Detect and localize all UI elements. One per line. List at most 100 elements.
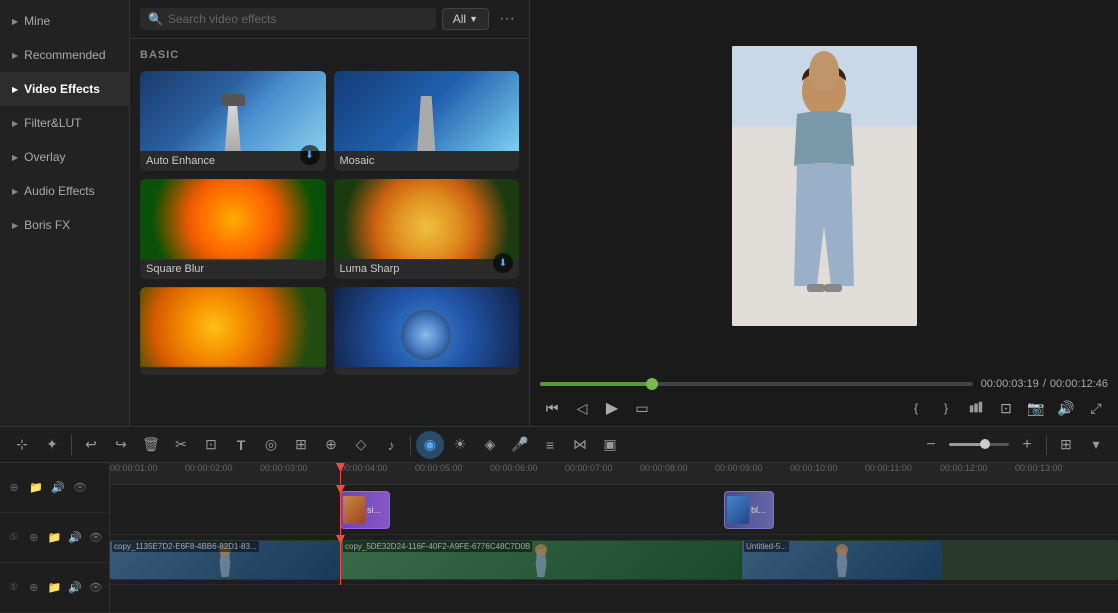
sidebar-item-filter-lut[interactable]: ▶ Filter&LUT [0, 106, 129, 140]
tool-mic[interactable]: 🎤 [506, 431, 534, 459]
tl-folder3-icon[interactable]: 📁 [47, 581, 62, 594]
tool-redo[interactable]: ↪ [107, 431, 135, 459]
tool-draw[interactable]: ◎ [257, 431, 285, 459]
tl-add-icon[interactable]: ⊕ [6, 481, 22, 494]
tool-undo[interactable]: ↩ [77, 431, 105, 459]
effects-content: BASIC ⬇ Auto Enhance Mosaic [130, 39, 529, 426]
effect-card-auto-enhance[interactable]: ⬇ Auto Enhance [140, 71, 326, 171]
clip-siji[interactable]: si... [340, 491, 390, 529]
filter-label: All [453, 12, 466, 26]
zoom-control: − + [917, 431, 1041, 459]
main-video-track: copy_1135E7D2-E6F8-4BB6-82D1-83... copy_… [110, 535, 1118, 585]
time-mark-label: 00:00:07:00 [565, 463, 613, 473]
sidebar-item-video-effects[interactable]: ▶ Video Effects [0, 72, 129, 106]
tl-add2-icon[interactable]: ⊕ [27, 531, 42, 544]
time-mark-8: 00:00:08:00 [640, 463, 688, 473]
time-mark-10: 00:00:10:00 [790, 463, 838, 473]
tool-frame[interactable]: ▣ [596, 431, 624, 459]
tl-eye3-icon[interactable]: 👁 [88, 581, 103, 594]
main-video-clip[interactable]: copy_1135E7D2-E6F8-4BB6-82D1-83... copy_… [110, 540, 1118, 580]
time-mark-6: 00:00:06:00 [490, 463, 538, 473]
snapshot-button[interactable]: 📷 [1024, 396, 1048, 420]
clip-label: Untitled-5... [744, 541, 789, 552]
sidebar-item-boris-fx[interactable]: ▶ Boris FX [0, 208, 129, 242]
time-mark-label: 00:00:12:00 [940, 463, 988, 473]
tool-active[interactable]: ◉ [416, 431, 444, 459]
grid-view-button[interactable]: ⊞ [1052, 431, 1080, 459]
time-mark-label: 00:00:09:00 [715, 463, 763, 473]
clip-bl[interactable]: bl... [724, 491, 774, 529]
frame-back-button[interactable]: ◁ [570, 396, 594, 420]
tl-audio3-icon[interactable]: 🔊 [68, 581, 83, 594]
tool-text[interactable]: T [227, 431, 255, 459]
chevron-icon: ▶ [12, 119, 18, 128]
chevron-icon: ▶ [12, 17, 18, 26]
tl-num-icon: ⑤ [6, 532, 21, 543]
mark-out-button[interactable]: } [934, 396, 958, 420]
zoom-thumb[interactable] [980, 439, 990, 449]
sidebar: ▶ Mine ▶ Recommended ▶ Video Effects ▶ F… [0, 0, 130, 426]
tool-caption[interactable]: ≡ [536, 431, 564, 459]
tl-folder2-icon[interactable]: 📁 [47, 531, 62, 544]
search-input-wrap[interactable]: 🔍 [140, 8, 436, 30]
zoom-slider[interactable] [949, 443, 1009, 446]
tool-audio-wave[interactable]: ♪ [377, 431, 405, 459]
mark-in-button[interactable]: { [904, 396, 928, 420]
sidebar-item-overlay[interactable]: ▶ Overlay [0, 140, 129, 174]
effect-card-6[interactable] [334, 287, 520, 375]
sidebar-item-audio-effects[interactable]: ▶ Audio Effects [0, 174, 129, 208]
frame-forward-button[interactable]: ▭ [630, 396, 654, 420]
time-mark-2: 00:00:02:00 [185, 463, 233, 473]
tl-audio-icon[interactable]: 🔊 [50, 481, 66, 494]
tool-delete[interactable]: 🗑 [137, 431, 165, 459]
tl-eye2-icon[interactable]: 👁 [88, 531, 103, 544]
sidebar-item-mine[interactable]: ▶ Mine [0, 4, 129, 38]
time-ruler: 00:00:01:00 00:00:02:00 00:00:03:00 00:0… [110, 463, 1118, 485]
tool-transition[interactable]: ⋈ [566, 431, 594, 459]
expand-button[interactable]: ⤢ [1084, 396, 1108, 420]
tl-row-3: ⑤ ⊕ 📁 🔊 👁 [0, 563, 109, 613]
sidebar-item-label: Overlay [24, 150, 65, 164]
progress-bar[interactable] [540, 382, 973, 386]
time-mark-label: 00:00:03:00 [260, 463, 308, 473]
speed-icon [968, 399, 984, 417]
play-button[interactable]: ▶ [600, 396, 624, 420]
skip-back-button[interactable]: ⏮ [540, 396, 564, 420]
tool-select[interactable]: ⊹ [8, 431, 36, 459]
fullscreen-button[interactable]: ⊡ [994, 396, 1018, 420]
tool-image[interactable]: ⊞ [287, 431, 315, 459]
more-button[interactable]: ··· [495, 8, 519, 30]
tl-folder-icon[interactable]: 📁 [28, 481, 44, 494]
zoom-out-button[interactable]: − [917, 431, 945, 459]
speed-button[interactable] [964, 396, 988, 420]
zoom-in-button[interactable]: + [1013, 431, 1041, 459]
effect-card-mosaic[interactable]: Mosaic [334, 71, 520, 171]
clip-label: copy_5DE32D24-116F-40F2-A9FE-6776C48C7D0… [343, 541, 532, 552]
tool-time[interactable]: ⊕ [317, 431, 345, 459]
total-time: 00:00:12:46 [1050, 378, 1108, 390]
effects-panel: 🔍 All ▼ ··· BASIC ⬇ Auto Enhance [130, 0, 530, 426]
timeline-main[interactable]: 00:00:01:00 00:00:02:00 00:00:03:00 00:0… [110, 463, 1118, 613]
sidebar-item-recommended[interactable]: ▶ Recommended [0, 38, 129, 72]
tl-add3-icon[interactable]: ⊕ [27, 581, 42, 594]
tool-shield[interactable]: ◈ [476, 431, 504, 459]
time-mark-label: 00:00:08:00 [640, 463, 688, 473]
effect-card-luma-sharp[interactable]: ⬇ Luma Sharp [334, 179, 520, 279]
filter-button[interactable]: All ▼ [442, 8, 489, 30]
settings-button[interactable]: ▾ [1082, 431, 1110, 459]
tool-sun[interactable]: ☀ [446, 431, 474, 459]
tool-cut[interactable]: ✂ [167, 431, 195, 459]
effect-card-5[interactable] [140, 287, 326, 375]
tool-crop[interactable]: ⊡ [197, 431, 225, 459]
chevron-icon: ▶ [12, 153, 18, 162]
search-input[interactable] [168, 12, 428, 26]
effect-label: Square Blur [140, 259, 326, 279]
volume-button[interactable]: 🔊 [1054, 396, 1078, 420]
tool-magic[interactable]: ✦ [38, 431, 66, 459]
person-svg [732, 46, 917, 326]
tl-audio2-icon[interactable]: 🔊 [68, 531, 83, 544]
tool-shape[interactable]: ◇ [347, 431, 375, 459]
effect-card-square-blur[interactable]: Square Blur [140, 179, 326, 279]
tl-eye-icon[interactable]: 👁 [72, 481, 88, 494]
progress-thumb[interactable] [646, 378, 658, 390]
